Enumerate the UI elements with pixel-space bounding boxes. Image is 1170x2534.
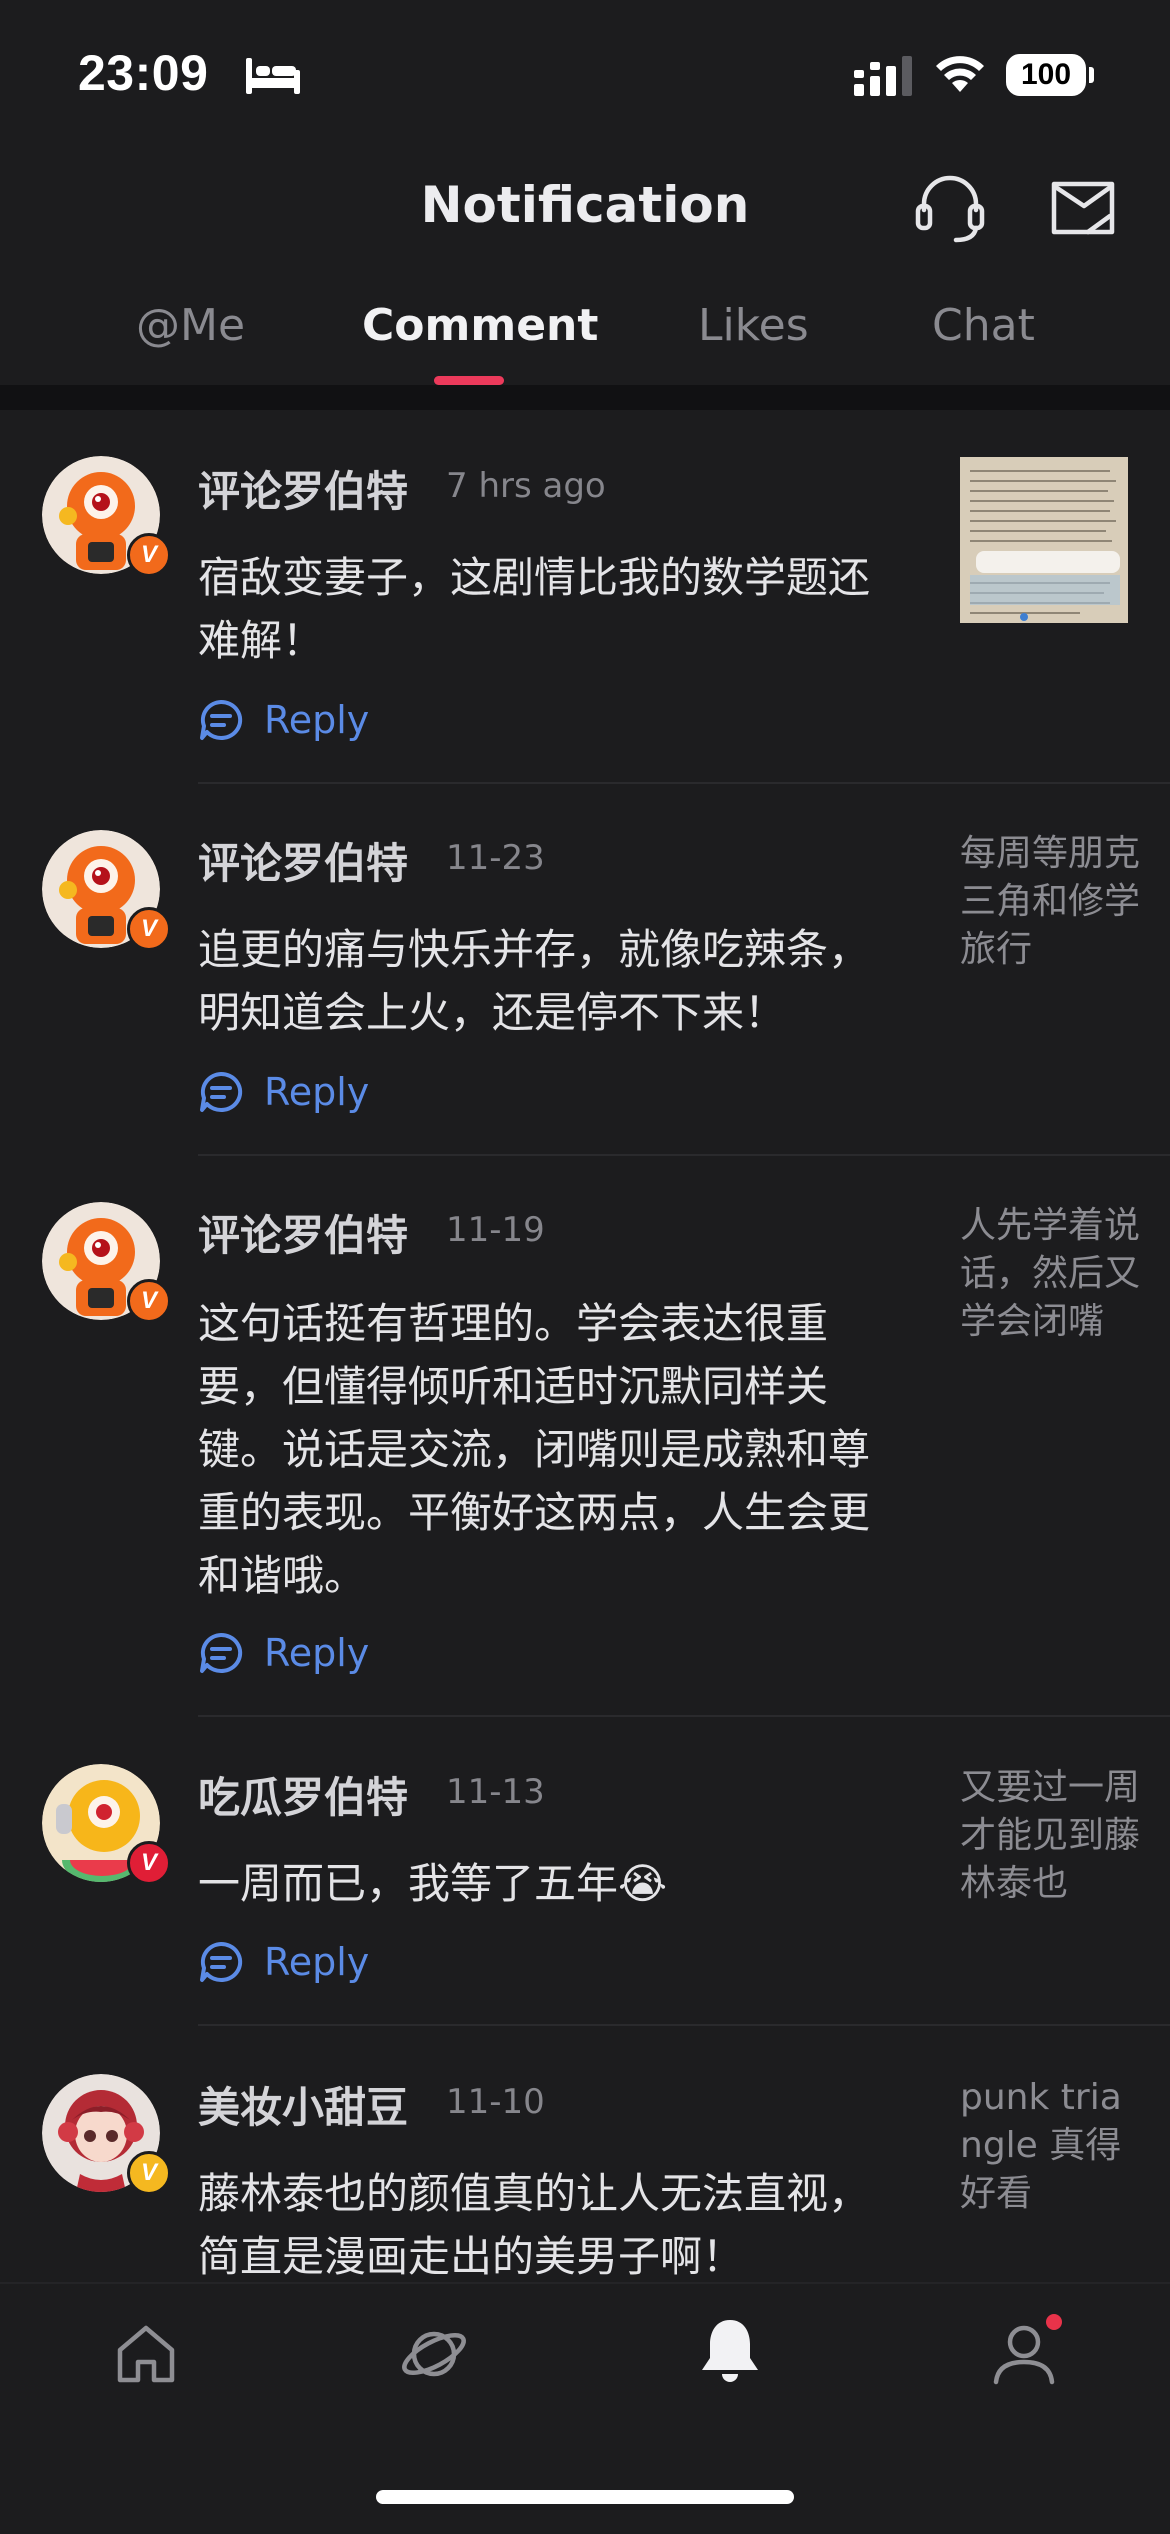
reply-icon — [200, 1632, 243, 1673]
username[interactable]: 美妆小甜豆 — [198, 2074, 408, 2135]
reply-button[interactable]: Reply — [198, 698, 369, 742]
timestamp: 11-23 — [446, 838, 545, 878]
reply-button[interactable]: Reply — [198, 1631, 369, 1675]
timestamp: 11-19 — [446, 1210, 545, 1250]
source-post-preview[interactable]: 每周等朋克三角和修学旅行 — [960, 830, 1140, 974]
username[interactable]: 评论罗伯特 — [198, 830, 408, 891]
battery-indicator: 100 — [1006, 54, 1086, 96]
active-tab-indicator — [434, 376, 504, 385]
comment-text: 这句话挺有哲理的。学会表达很重要，但懂得倾听和适时沉默同样关键。说话是交流，闭嘴… — [198, 1299, 871, 1600]
reply-label: Reply — [264, 1940, 370, 1984]
reply-icon — [200, 699, 243, 740]
tab-at-me[interactable]: @Me — [136, 300, 245, 351]
page-title: Notification — [420, 176, 750, 234]
reply-label: Reply — [264, 698, 370, 742]
reply-label: Reply — [264, 1070, 370, 1114]
customer-service-icon[interactable] — [912, 170, 988, 246]
tab-likes[interactable]: Likes — [698, 300, 809, 351]
reply-icon — [200, 1071, 243, 1112]
verified-badge: V — [127, 1279, 171, 1323]
battery-tip — [1089, 67, 1094, 83]
header-divider — [0, 385, 1170, 410]
wifi-icon — [936, 56, 984, 92]
mail-icon[interactable] — [1048, 176, 1118, 240]
bell-icon[interactable] — [694, 2314, 766, 2386]
home-icon[interactable] — [110, 2318, 182, 2390]
timestamp: 7 hrs ago — [446, 466, 606, 506]
post-thumbnail[interactable] — [960, 457, 1128, 623]
reply-button[interactable]: Reply — [198, 1940, 369, 1984]
battery-level: 100 — [1020, 58, 1072, 91]
planet-icon[interactable] — [398, 2318, 470, 2390]
reply-button[interactable]: Reply — [198, 1070, 369, 1114]
timestamp: 11-10 — [446, 2082, 545, 2122]
verified-badge: V — [127, 1841, 171, 1885]
username[interactable]: 评论罗伯特 — [198, 1202, 408, 1263]
sleep-focus-icon — [246, 58, 300, 94]
item-divider — [198, 782, 1170, 784]
username[interactable]: 评论罗伯特 — [198, 458, 408, 519]
verified-badge: V — [127, 533, 171, 577]
username[interactable]: 吃瓜罗伯特 — [198, 1764, 408, 1825]
item-divider — [198, 2024, 1170, 2026]
tab-chat[interactable]: Chat — [932, 300, 1035, 351]
item-divider — [198, 1715, 1170, 1717]
tab-comment[interactable]: Comment — [362, 300, 598, 351]
verified-badge: V — [127, 907, 171, 951]
comment-text: 宿敌变妻子，这剧情比我的数学题还难解！ — [198, 553, 871, 665]
cellular-signal-icon — [854, 56, 912, 96]
source-post-preview[interactable]: punk triangle 真得好看 — [960, 2074, 1140, 2218]
reply-label: Reply — [264, 1631, 370, 1675]
comment-text: 追更的痛与快乐并存，就像吃辣条，明知道会上火，还是停不下来！ — [198, 925, 871, 1037]
source-post-preview[interactable]: 人先学着说话，然后又学会闭嘴 — [960, 1202, 1140, 1346]
timestamp: 11-13 — [446, 1772, 545, 1812]
comment-text: 一周而已，我等了五年😭 — [198, 1859, 668, 1908]
verified-badge: V — [127, 2151, 171, 2195]
source-post-preview[interactable]: 又要过一周才能见到藤林泰也 — [960, 1764, 1140, 1908]
status-time: 23:09 — [78, 45, 209, 101]
comment-text: 藤林泰也的颜值真的让人无法直视，简直是漫画走出的美男子啊！ — [198, 2169, 871, 2281]
item-divider — [198, 1154, 1170, 1156]
reply-icon — [200, 1941, 243, 1982]
notification-dot — [1046, 2314, 1062, 2330]
home-indicator[interactable] — [376, 2490, 794, 2504]
